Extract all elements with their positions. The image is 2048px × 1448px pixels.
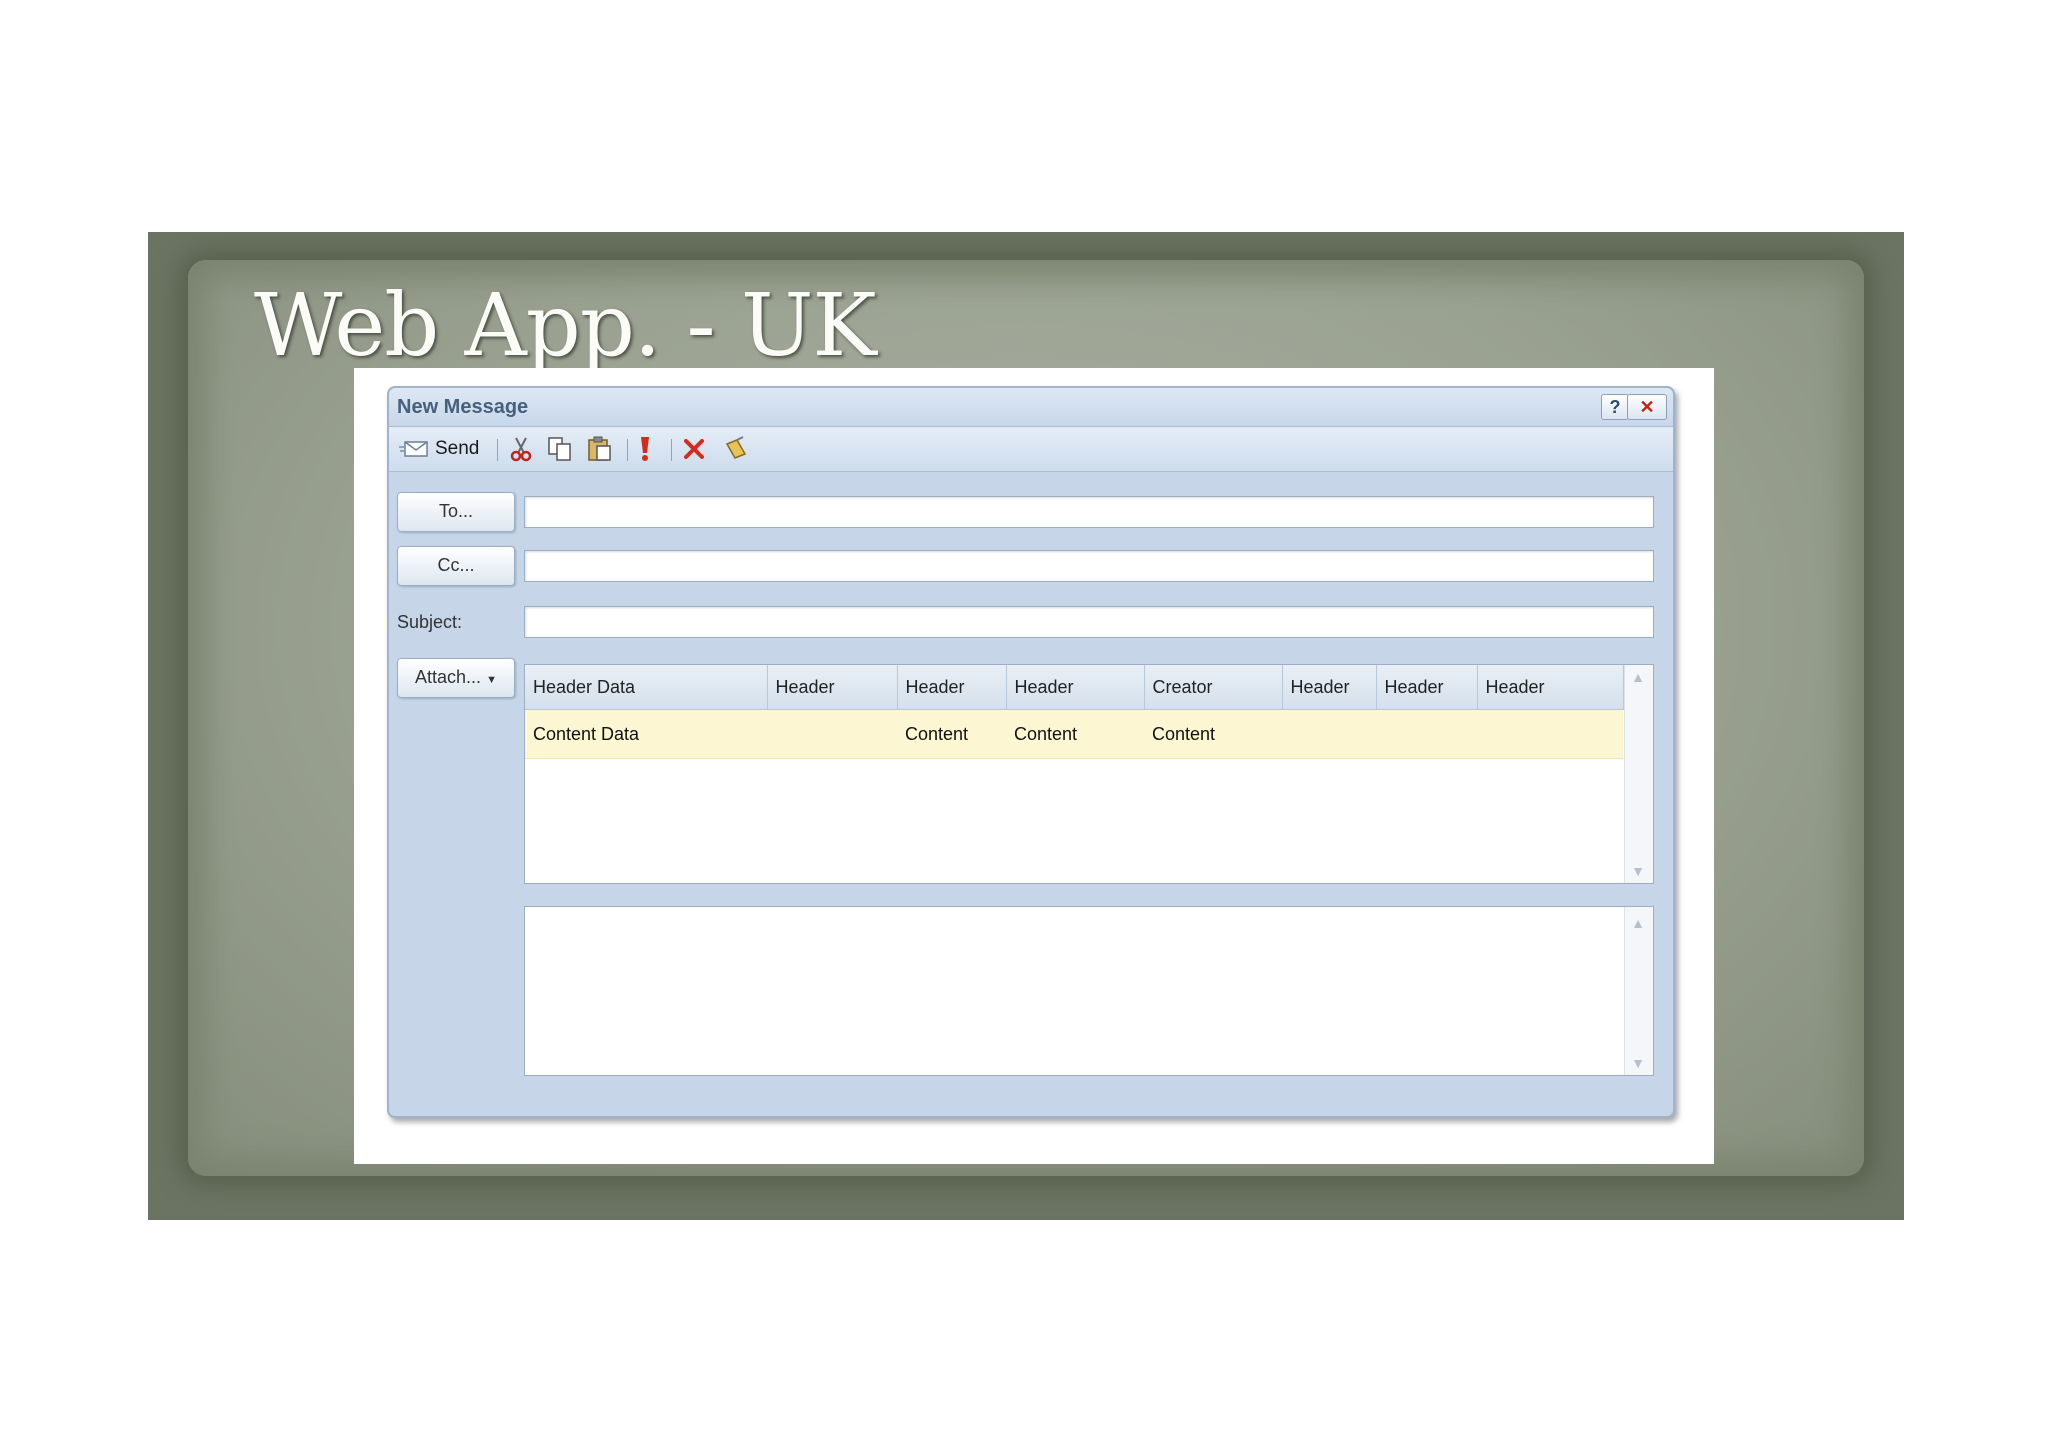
clear-icon <box>725 436 747 459</box>
table-cell <box>1376 709 1477 759</box>
window-title: New Message <box>397 396 529 418</box>
toolbar: Send <box>389 427 1673 472</box>
table-cell: Content <box>897 709 1006 759</box>
app-screenshot: New Message ? ✕ Send To... Cc... Subject… <box>354 368 1714 1164</box>
importance-icon <box>641 437 649 461</box>
column-header[interactable]: Header <box>1477 665 1624 710</box>
column-header[interactable]: Header <box>1282 665 1377 710</box>
table-cell <box>1477 709 1623 759</box>
dropdown-arrow-icon: ▼ <box>486 674 497 686</box>
to-field[interactable] <box>524 496 1654 528</box>
table-row[interactable]: Content Data Content Content Content <box>525 709 1623 759</box>
subject-label: Subject: <box>397 612 463 632</box>
table-cell: Content Data <box>525 709 767 759</box>
chevron-up-icon[interactable]: ▲ <box>1630 915 1646 931</box>
grid-scrollbar[interactable]: ▲ ▼ <box>1624 665 1653 883</box>
send-icon <box>399 441 428 457</box>
slide-title: Web App. - UK <box>254 276 877 376</box>
column-header[interactable]: Header Data <box>525 665 768 710</box>
body-scrollbar[interactable]: ▲ ▼ <box>1624 907 1653 1075</box>
paste-icon <box>588 436 611 461</box>
table-cell <box>767 709 897 759</box>
cut-button[interactable] <box>509 436 533 462</box>
column-header[interactable]: Creator <box>1144 665 1283 710</box>
send-button[interactable]: Send <box>399 436 479 462</box>
delete-icon <box>684 439 704 459</box>
cc-field[interactable] <box>524 550 1654 582</box>
toolbar-separator <box>627 439 628 461</box>
delete-button[interactable] <box>683 436 705 462</box>
column-header[interactable]: Header <box>767 665 898 710</box>
chevron-up-icon[interactable]: ▲ <box>1630 669 1646 685</box>
copy-button[interactable] <box>547 436 573 462</box>
subject-field[interactable] <box>524 606 1654 638</box>
table-cell: Content <box>1006 709 1144 759</box>
column-header[interactable]: Header <box>1006 665 1145 710</box>
help-button[interactable]: ? <box>1601 394 1629 420</box>
new-message-window: New Message ? ✕ Send To... Cc... Subject… <box>387 386 1675 1118</box>
attach-button[interactable]: Attach... ▼ <box>397 658 515 698</box>
toolbar-separator <box>671 439 672 461</box>
clear-button[interactable] <box>723 436 749 462</box>
paste-button[interactable] <box>587 436 613 462</box>
attachments-table: Header Data Header Header Header Creator… <box>525 665 1624 759</box>
importance-button[interactable] <box>637 436 653 462</box>
chevron-down-icon[interactable]: ▼ <box>1630 863 1646 879</box>
grid-header-row: Header Data Header Header Header Creator… <box>525 665 1624 710</box>
title-bar: New Message ? ✕ <box>389 388 1673 427</box>
column-header[interactable]: Header <box>897 665 1007 710</box>
attachments-grid: Header Data Header Header Header Creator… <box>524 664 1654 884</box>
table-cell <box>1282 709 1376 759</box>
close-button[interactable]: ✕ <box>1627 394 1667 420</box>
toolbar-separator <box>497 439 498 461</box>
table-cell: Content <box>1144 709 1282 759</box>
to-button[interactable]: To... <box>397 492 515 532</box>
attach-label: Attach... <box>415 667 482 687</box>
cut-icon <box>510 437 532 462</box>
send-label: Send <box>435 438 480 459</box>
message-body[interactable]: ▲ ▼ <box>524 906 1654 1076</box>
chevron-down-icon[interactable]: ▼ <box>1630 1055 1646 1071</box>
column-header[interactable]: Header <box>1376 665 1478 710</box>
copy-icon <box>548 437 571 461</box>
cc-button[interactable]: Cc... <box>397 546 515 586</box>
